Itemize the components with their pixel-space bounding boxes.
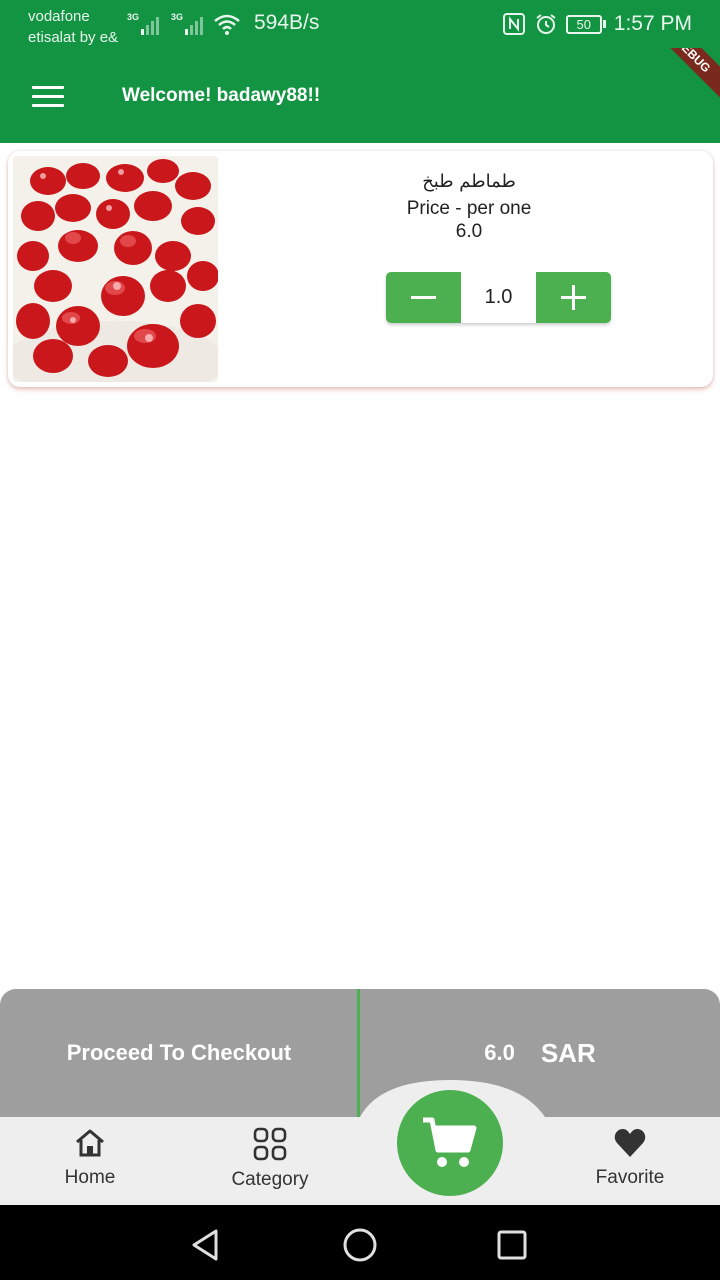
nav-favorite-label: Favorite: [595, 1167, 665, 1188]
minus-icon: [411, 296, 436, 299]
quantity-value[interactable]: 1.0: [461, 272, 536, 323]
currency-label: SAR: [540, 1037, 596, 1068]
recents-icon[interactable]: [492, 1225, 532, 1265]
status-icons: 50 1:57 PM: [502, 10, 692, 38]
product-image: [13, 156, 218, 382]
battery-icon: 50: [565, 14, 606, 34]
quantity-stepper: 1.0: [386, 272, 611, 323]
heart-icon: [614, 1129, 646, 1157]
fab-notch: [360, 1080, 545, 1117]
product-info: طماطم طبخ Price - per one 6.0: [378, 169, 560, 243]
debug-banner: DEBUG: [639, 48, 720, 109]
data-speed: 594B/s: [254, 11, 320, 34]
nav-favorite[interactable]: Favorite: [560, 1127, 700, 1197]
alarm-icon: [536, 14, 556, 34]
wifi-icon: [214, 14, 240, 35]
decrease-quantity-button[interactable]: [386, 272, 461, 323]
total-amount: 6.0: [484, 1040, 515, 1065]
menu-icon[interactable]: [28, 78, 68, 114]
cart-item-card: طماطم طبخ Price - per one 6.0 1.0: [8, 151, 713, 387]
carrier-name-2: etisalat by e&: [28, 29, 119, 46]
app-bar: Welcome! badawy88!! DEBUG: [0, 48, 720, 143]
home-icon: [76, 1129, 104, 1157]
nfc-icon: [502, 13, 525, 35]
shopping-cart-icon: [423, 1117, 477, 1167]
cart-fab[interactable]: [397, 1090, 503, 1196]
welcome-title: Welcome! badawy88!!: [122, 85, 321, 106]
price-value: 6.0: [455, 221, 483, 242]
nav-category-label: Category: [231, 1169, 309, 1190]
home-circle-icon[interactable]: [340, 1225, 380, 1265]
category-icon: [253, 1127, 287, 1161]
clock: 1:57 PM: [613, 12, 692, 35]
nav-home-label: Home: [64, 1167, 116, 1188]
status-bar: vodafone etisalat by e& 3G 3G 594B/s 50 …: [0, 0, 720, 48]
back-icon[interactable]: [186, 1225, 226, 1265]
nav-category[interactable]: Category: [200, 1127, 340, 1197]
carrier-name-1: vodafone: [28, 8, 90, 25]
nav-home[interactable]: Home: [20, 1127, 160, 1197]
system-navigation-bar: [0, 1205, 720, 1280]
price-label: Price - per one: [406, 198, 532, 219]
network-type-1: 3G: [127, 12, 140, 22]
battery-level: 50: [565, 14, 602, 34]
network-type-2: 3G: [171, 12, 184, 22]
product-name: طماطم طبخ: [422, 171, 516, 192]
carrier-info: vodafone etisalat by e&: [28, 6, 118, 48]
increase-quantity-button[interactable]: [536, 272, 611, 323]
